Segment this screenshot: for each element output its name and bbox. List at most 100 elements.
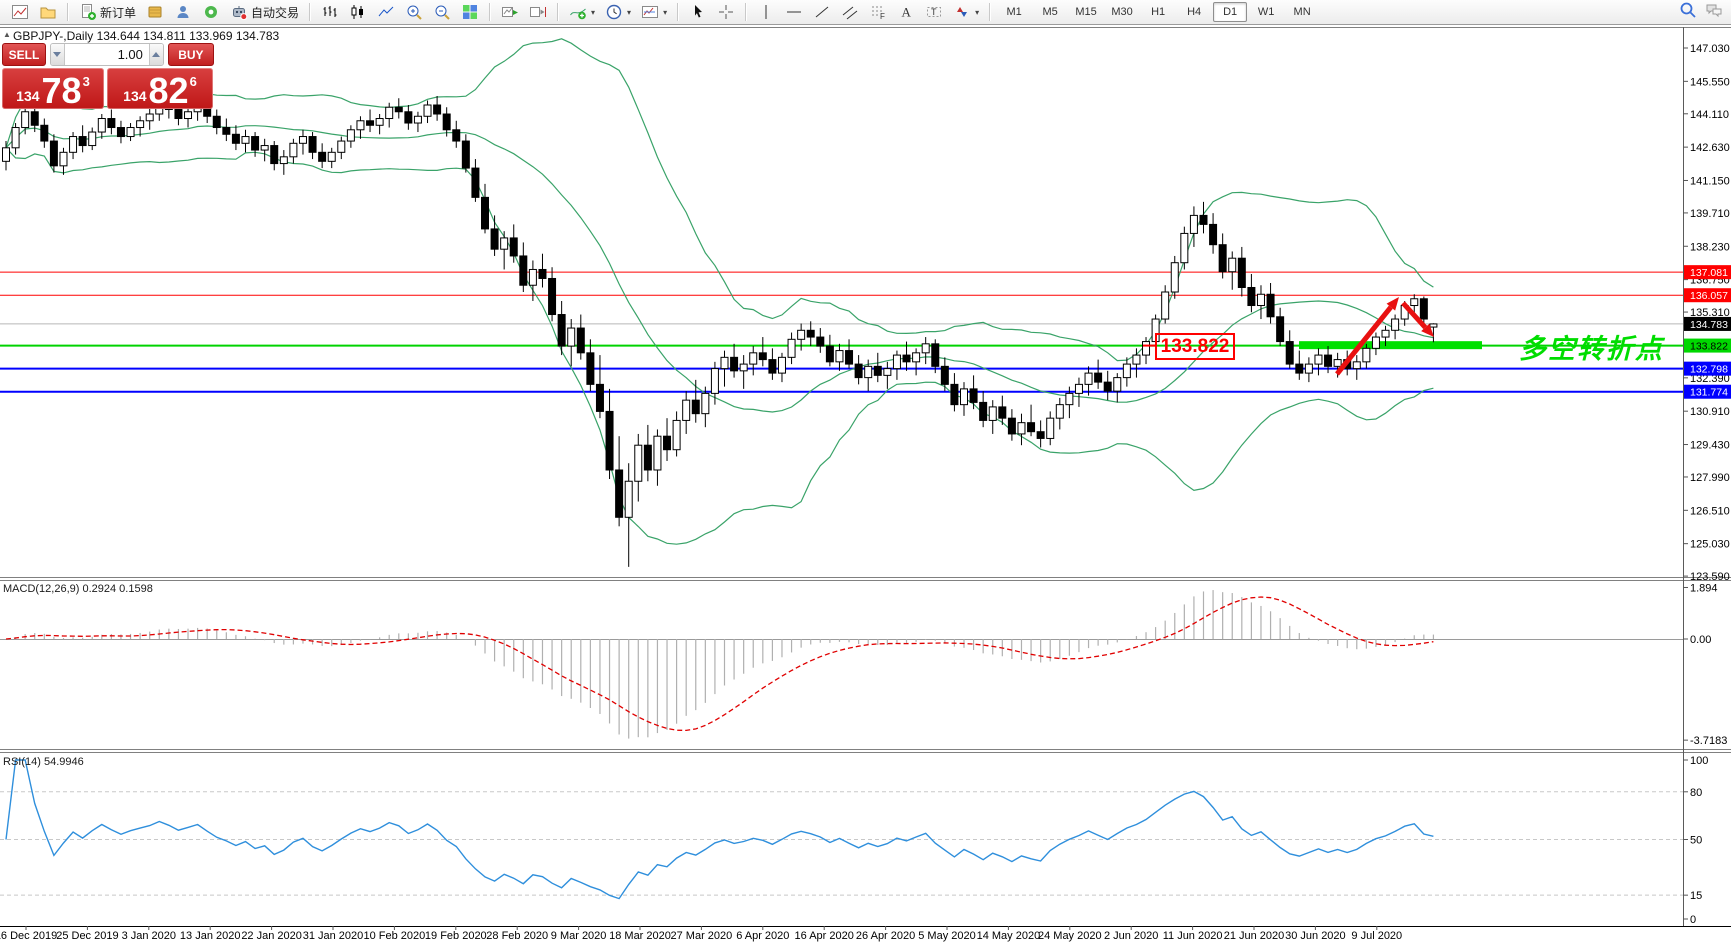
templates-button[interactable]: ▾ [637,1,671,24]
bar-chart-button[interactable] [317,1,343,24]
support-band[interactable] [1299,341,1482,350]
svg-text:21 Jun 2020: 21 Jun 2020 [1224,930,1285,942]
timeframe-W1-button[interactable]: W1 [1249,2,1283,22]
zoom-out-button[interactable] [429,1,455,24]
autotrading-icon [233,6,248,21]
volume-stepper [50,43,164,66]
periods-button[interactable]: ▾ [601,1,635,24]
timeframe-D1-button[interactable]: D1 [1213,2,1248,22]
candlestick-chart-button[interactable] [345,1,371,24]
new-order-button-label: 新订单 [100,5,137,20]
volume-decrease-button[interactable] [51,44,65,65]
svg-text:129.430: 129.430 [1690,440,1730,452]
cursor-icon [695,5,703,18]
trendline-button[interactable] [809,1,835,24]
price-callout-box[interactable]: 133.822 [1155,333,1235,360]
svg-text:22 Jan 2020: 22 Jan 2020 [241,930,302,942]
cursor-button[interactable] [685,1,711,24]
fibonacci-button[interactable]: F [865,1,891,24]
toolbar-group: 新订单 自动交易 [72,1,306,24]
horizontal-line-button[interactable] [781,1,807,24]
svg-text:28 Feb 2020: 28 Feb 2020 [486,930,548,942]
svg-text:131.774: 131.774 [1690,387,1728,399]
buy-button[interactable]: BUY [167,43,214,66]
sell-price-sup: 3 [82,74,90,89]
toolbar-group [314,1,486,24]
sell-price-display[interactable]: 134 78 3 [2,68,104,109]
vertical-line-button[interactable] [753,1,779,24]
chat-button[interactable] [1705,1,1723,24]
svg-text:F: F [880,12,885,21]
toolbar-group: ▾ ▾ ▾ [562,1,674,24]
text-label-button[interactable]: T [921,1,947,24]
timeframe-MN-button[interactable]: MN [1285,2,1319,22]
auto-scroll-button[interactable] [497,1,523,24]
line-chart-button[interactable] [373,1,399,24]
indicators-button[interactable]: ▾ [565,1,599,24]
volume-increase-button[interactable] [148,44,163,65]
svg-text:123.590: 123.590 [1690,571,1730,583]
signals-button[interactable] [198,1,224,24]
timeframe-M1-button[interactable]: M1 [997,2,1031,22]
channel-icon [842,6,858,20]
chevron-down-icon: ▾ [591,7,596,17]
svg-text:16 Apr 2020: 16 Apr 2020 [795,930,854,942]
toolbar-right [1679,1,1727,24]
buy-price-display[interactable]: 134 82 6 [107,68,213,109]
timeframe-M15-button[interactable]: M15 [1069,2,1103,22]
new-chart-icon [12,5,28,19]
svg-text:145.550: 145.550 [1690,76,1730,88]
chart-canvas[interactable]: 147.030 145.550 144.110 142.630 141.150 139.7… [0,0,1731,942]
svg-text:127.990: 127.990 [1690,472,1730,484]
macd-label: MACD(12,26,9) 0.2924 0.1598 [3,583,153,595]
svg-text:13 Jan 2020: 13 Jan 2020 [180,930,241,942]
new-chart-button[interactable] [7,1,33,24]
tile-windows-icon [463,5,478,19]
equidistant-channel-button[interactable] [837,1,863,24]
timeframe-H4-button[interactable]: H4 [1177,2,1211,22]
autotrading-button[interactable]: 自动交易 [226,1,303,24]
arrows-button[interactable]: ▾ [949,1,983,24]
profiles-button[interactable] [35,1,61,24]
timeframe-M5-button[interactable]: M5 [1033,2,1067,22]
search-icon [1680,2,1696,18]
svg-text:26 Apr 2020: 26 Apr 2020 [856,930,915,942]
svg-text:-3.7183: -3.7183 [1690,735,1727,747]
timeframe-M30-button[interactable]: M30 [1105,2,1139,22]
svg-text:16 Dec 2019: 16 Dec 2019 [0,930,57,942]
data-window-button[interactable] [170,1,196,24]
toolbar-group: F A T ▾ [750,1,986,24]
chevron-down-icon: ▾ [627,7,632,17]
chart-background [0,27,1731,942]
volume-input[interactable] [64,44,149,65]
svg-text:9 Mar 2020: 9 Mar 2020 [551,930,607,942]
svg-text:10 Feb 2020: 10 Feb 2020 [364,930,426,942]
crosshair-button[interactable] [713,1,739,24]
tile-windows-button[interactable] [457,1,483,24]
search-button[interactable] [1679,1,1697,24]
chart-shift-icon [530,7,547,17]
market-watch-button[interactable] [142,1,168,24]
chart-shift-button[interactable] [525,1,551,24]
buy-price-main: 82 [148,70,189,112]
sell-button[interactable]: SELL [2,43,46,66]
otc-order-row: SELL BUY [2,43,214,66]
text-icon: A [902,5,912,20]
timeframe-H1-button[interactable]: H1 [1141,2,1175,22]
svg-text:T: T [931,7,937,17]
signals-icon [205,6,218,18]
svg-text:132.798: 132.798 [1690,364,1728,376]
toolbar-group [682,1,742,24]
new-order-button[interactable]: 新订单 [75,1,140,24]
toolbar-separator [745,3,748,21]
auto-scroll-icon [502,7,519,17]
text-button[interactable]: A [893,1,919,24]
zoom-out-icon [435,5,450,20]
svg-text:80: 80 [1690,787,1702,799]
svg-text:18 Mar 2020: 18 Mar 2020 [609,930,671,942]
svg-text:5 May 2020: 5 May 2020 [918,930,975,942]
svg-text:134.783: 134.783 [1690,319,1728,331]
chart-collapse-icon[interactable]: ▲ [3,30,11,39]
sell-price-prefix: 134 [16,88,40,104]
zoom-in-button[interactable] [401,1,427,24]
